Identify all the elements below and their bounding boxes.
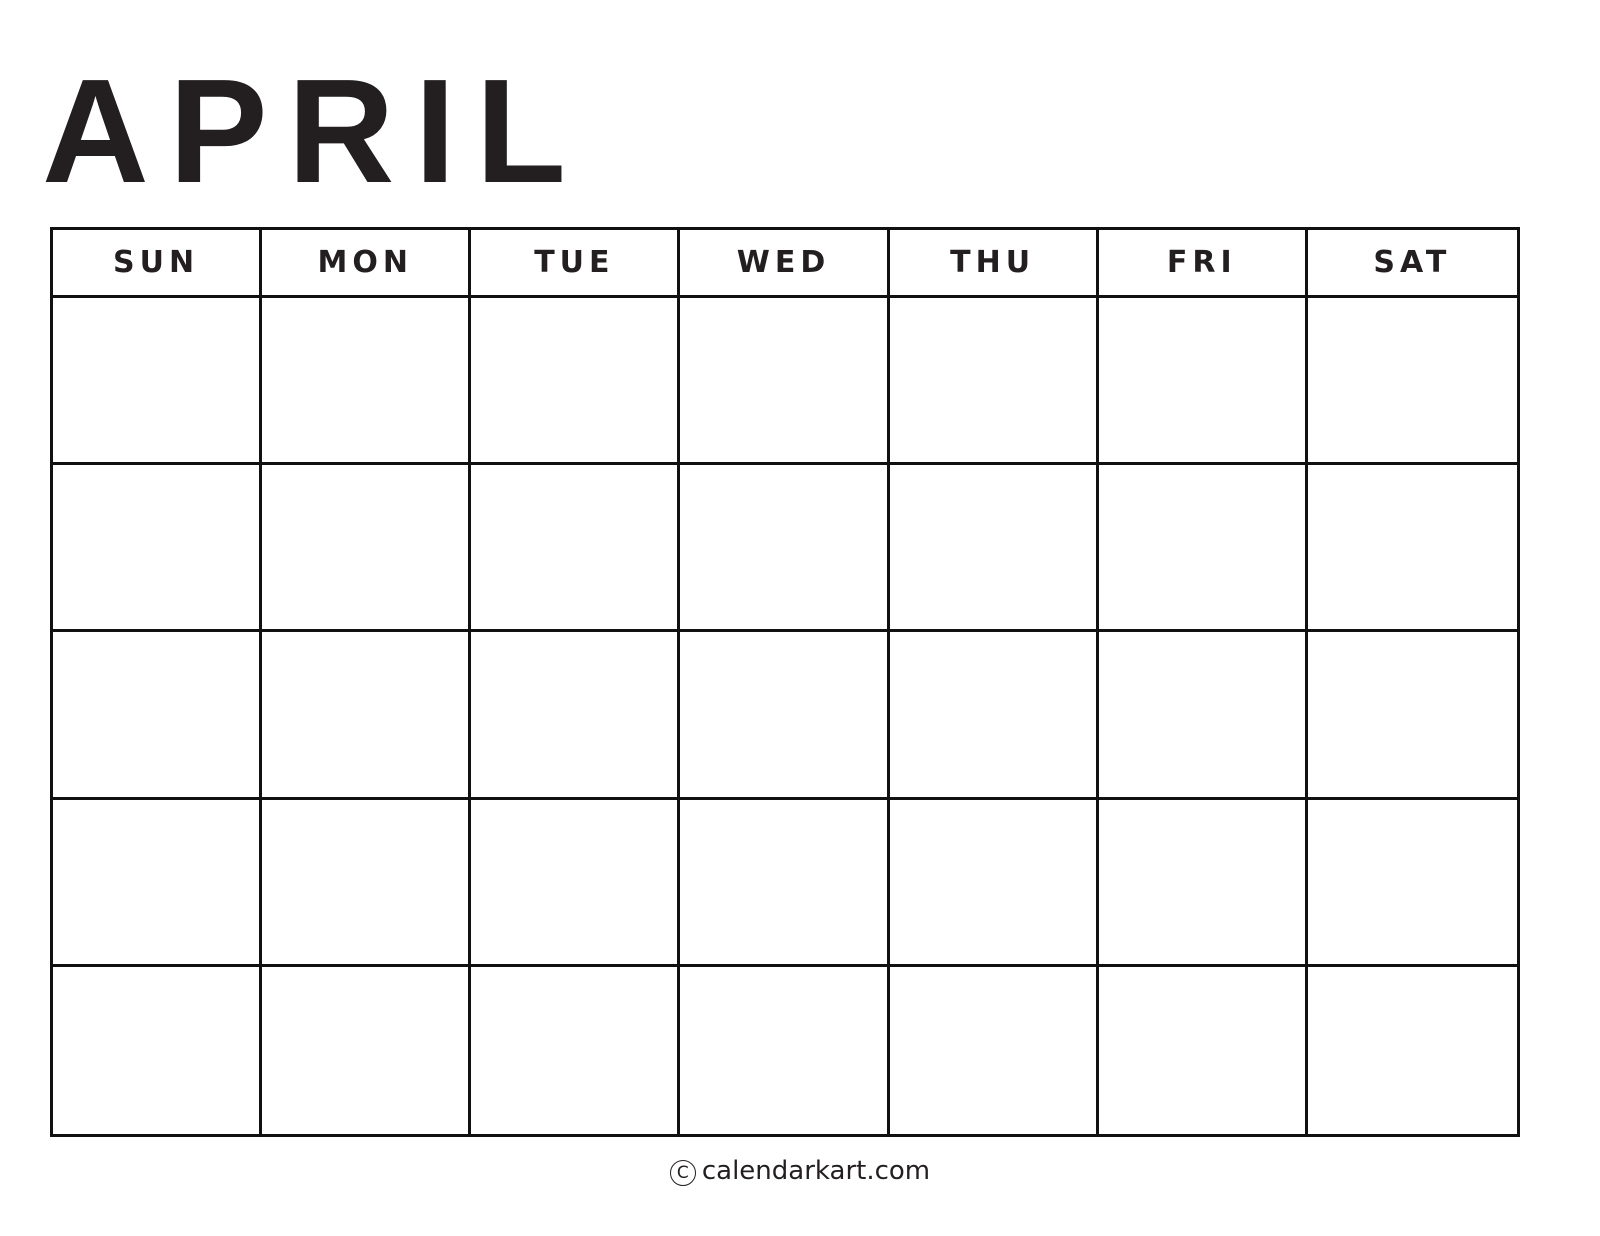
day-cell (889, 298, 1099, 466)
day-cell (53, 799, 263, 967)
day-cell (262, 799, 472, 967)
calendar-grid: SUN MON TUE WED THU FRI SAT (50, 227, 1520, 1137)
day-cell (1098, 632, 1308, 800)
day-cell (53, 298, 263, 466)
day-cell (1099, 966, 1308, 1134)
day-cell (680, 632, 890, 800)
weekday-header-mon: MON (262, 230, 472, 298)
day-cell (262, 465, 472, 633)
copyright-icon: C (669, 1160, 696, 1186)
day-cell (53, 465, 263, 633)
weekday-header-tue: TUE (471, 230, 681, 298)
day-cell (890, 966, 1099, 1134)
day-cell (262, 966, 472, 1134)
weekday-header-sun: SUN (53, 230, 263, 298)
day-cell (889, 799, 1099, 967)
day-cell (1098, 799, 1308, 967)
day-cell (1098, 298, 1308, 466)
day-cell (1308, 967, 1517, 1134)
day-cell (1098, 465, 1308, 633)
day-cell (471, 298, 681, 466)
day-cell (471, 632, 681, 800)
day-cell (471, 799, 681, 967)
day-cell (680, 966, 890, 1134)
footer-site-text: calendarkart.com (701, 1156, 931, 1186)
month-title: APRIL (42, 49, 586, 214)
day-cell (262, 632, 472, 800)
weekday-header-fri: FRI (1098, 230, 1308, 298)
weekday-header-wed: WED (680, 230, 890, 298)
footer: Ccalendarkart.com (0, 1156, 1600, 1186)
day-cell (889, 465, 1099, 633)
weekday-header-sat: SAT (1307, 230, 1517, 298)
day-cell (53, 966, 263, 1134)
day-cell (262, 298, 472, 466)
day-cell (1307, 800, 1517, 967)
day-cell (471, 465, 681, 633)
day-cell (680, 465, 890, 633)
day-cell (1307, 632, 1517, 800)
day-cell (889, 632, 1099, 800)
day-cell (680, 298, 890, 466)
day-cell (471, 966, 681, 1134)
day-cell (53, 632, 263, 800)
day-cell (1307, 298, 1517, 466)
day-cell (1307, 465, 1517, 633)
weekday-header-thu: THU (889, 230, 1099, 298)
day-cell (680, 799, 890, 967)
